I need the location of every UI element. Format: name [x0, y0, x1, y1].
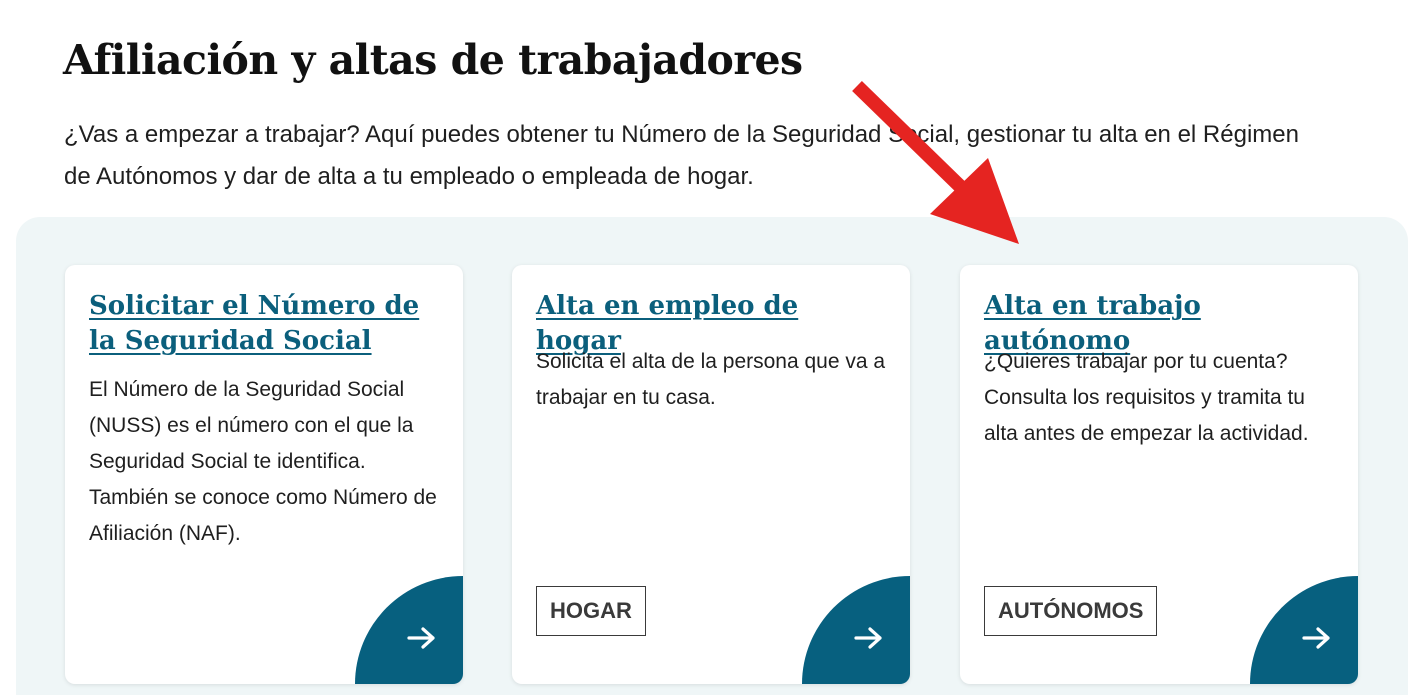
- page-intro: ¿Vas a empezar a trabajar? Aquí puedes o…: [64, 121, 1299, 190]
- card-autonomo-description: ¿Quieres trabajar por tu cuenta? Consult…: [984, 350, 1309, 445]
- tag-autonomos[interactable]: AUTÓNOMOS: [984, 586, 1158, 636]
- page-title: Afiliación y altas de trabajadores: [63, 36, 803, 84]
- arrow-right-icon: [1302, 627, 1330, 649]
- card-nuss-go-button[interactable]: [355, 576, 463, 684]
- tag-hogar[interactable]: HOGAR: [536, 586, 646, 636]
- card-nuss: Solicitar el Número de la Seguridad Soci…: [65, 265, 463, 684]
- arrow-right-icon: [854, 627, 882, 649]
- card-autonomo-go-button[interactable]: [1250, 576, 1358, 684]
- card-hogar-go-button[interactable]: [802, 576, 910, 684]
- page: Afiliación y altas de trabajadores ¿Vas …: [0, 0, 1423, 695]
- card-hogar-description: Solicita el alta de la persona que va a …: [536, 350, 886, 409]
- arrow-right-icon: [407, 627, 435, 649]
- card-autonomo: Alta en trabajo autónomo ¿Quieres trabaj…: [960, 265, 1358, 684]
- card-nuss-description: El Número de la Seguridad Social (NUSS) …: [89, 378, 437, 545]
- card-hogar: Alta en empleo de hogar Solicita el alta…: [512, 265, 910, 684]
- card-nuss-title-link[interactable]: Solicitar el Número de la Seguridad Soci…: [89, 289, 439, 359]
